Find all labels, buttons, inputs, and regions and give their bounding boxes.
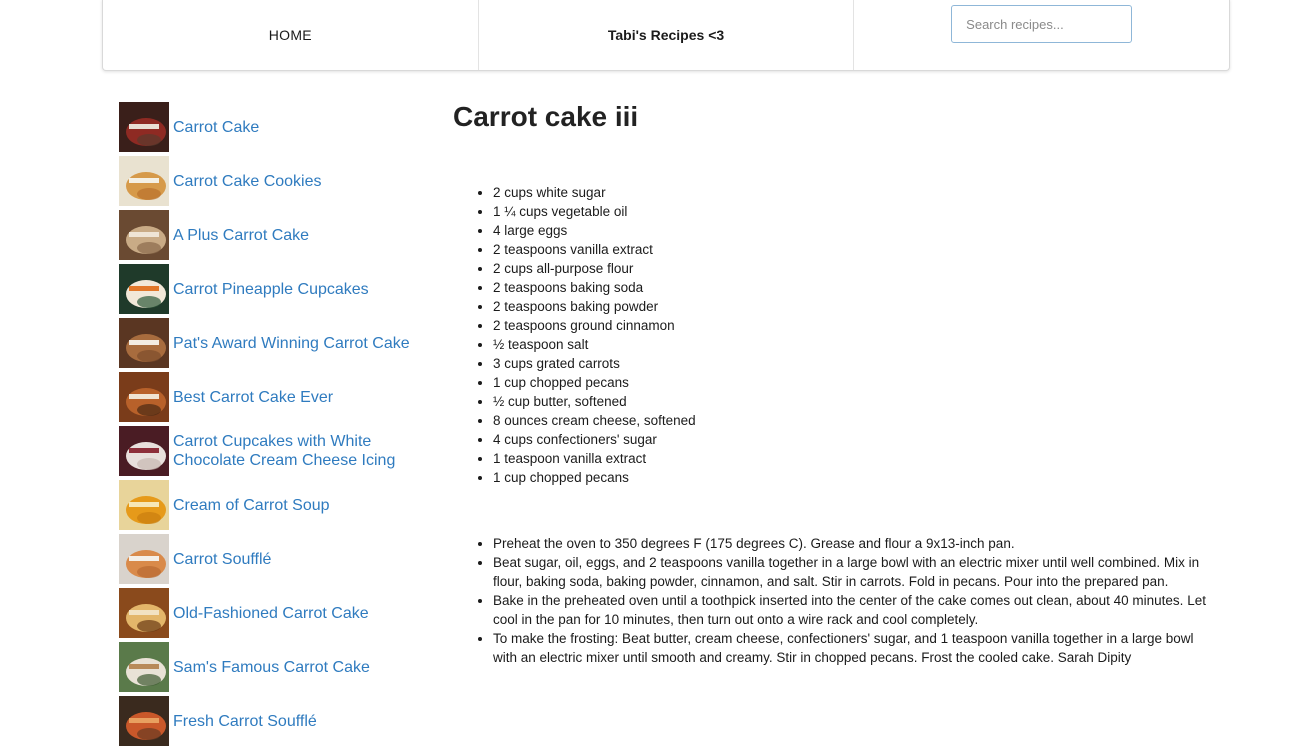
recipe-title: Carrot cake iii [453, 101, 639, 132]
directions-list: Preheat the oven to 350 degrees F (175 d… [453, 534, 1213, 667]
recipe-thumbnail[interactable] [119, 588, 169, 638]
recipe-thumbnail[interactable] [119, 264, 169, 314]
search-input[interactable] [951, 5, 1133, 43]
ingredient-item: 2 teaspoons vanilla extract [493, 240, 1213, 259]
sidebar-recipe-link[interactable]: A Plus Carrot Cake [173, 226, 309, 245]
top-navbar: HOME Tabi's Recipes <3 [102, 0, 1230, 71]
recipe-main: Carrot cake iii 2 cups white sugar1 ¼ cu… [453, 96, 1213, 667]
direction-step: Preheat the oven to 350 degrees F (175 d… [493, 534, 1213, 553]
sidebar-recipe-link[interactable]: Carrot Cupcakes with White Chocolate Cre… [173, 432, 419, 470]
recipe-thumbnail[interactable] [119, 696, 169, 746]
ingredient-item: ½ teaspoon salt [493, 335, 1213, 354]
ingredient-item: 2 cups white sugar [493, 183, 1213, 202]
recipe-thumbnail[interactable] [119, 156, 169, 206]
sidebar-recipe-link[interactable]: Carrot Pineapple Cupcakes [173, 280, 369, 299]
ingredient-item: 1 ¼ cups vegetable oil [493, 202, 1213, 221]
recipe-thumbnail[interactable] [119, 426, 169, 476]
site-brand-label[interactable]: Tabi's Recipes <3 [608, 27, 724, 43]
sidebar-recipe-item[interactable]: Carrot Soufflé [119, 534, 419, 584]
sidebar-recipe-link[interactable]: Old-Fashioned Carrot Cake [173, 604, 369, 623]
sidebar-recipe-link[interactable]: Cream of Carrot Soup [173, 496, 330, 515]
sidebar-recipe-link[interactable]: Pat's Award Winning Carrot Cake [173, 334, 410, 353]
recipe-sidebar: Carrot Cake Carrot Cake Cookies A Plus Car… [119, 102, 419, 750]
sidebar-recipe-link[interactable]: Best Carrot Cake Ever [173, 388, 333, 407]
sidebar-recipe-link[interactable]: Fresh Carrot Soufflé [173, 712, 317, 731]
recipe-thumbnail[interactable] [119, 372, 169, 422]
nav-home-label[interactable]: HOME [269, 27, 312, 43]
ingredient-item: 4 cups confectioners' sugar [493, 430, 1213, 449]
ingredient-item: 8 ounces cream cheese, softened [493, 411, 1213, 430]
ingredient-item: 2 teaspoons baking soda [493, 278, 1213, 297]
sidebar-recipe-item[interactable]: Best Carrot Cake Ever [119, 372, 419, 422]
sidebar-recipe-item[interactable]: A Plus Carrot Cake [119, 210, 419, 260]
ingredient-item: 2 teaspoons ground cinnamon [493, 316, 1213, 335]
sidebar-recipe-item[interactable]: Pat's Award Winning Carrot Cake [119, 318, 419, 368]
ingredient-item: 2 cups all-purpose flour [493, 259, 1213, 278]
sidebar-recipe-item[interactable]: Sam's Famous Carrot Cake [119, 642, 419, 692]
ingredient-item: 4 large eggs [493, 221, 1213, 240]
sidebar-recipe-item[interactable]: Carrot Pineapple Cupcakes [119, 264, 419, 314]
ingredient-item: 3 cups grated carrots [493, 354, 1213, 373]
ingredient-item: 1 teaspoon vanilla extract [493, 449, 1213, 468]
ingredient-item: 2 teaspoons baking powder [493, 297, 1213, 316]
sidebar-recipe-item[interactable]: Old-Fashioned Carrot Cake [119, 588, 419, 638]
ingredient-item: 1 cup chopped pecans [493, 373, 1213, 392]
recipe-thumbnail[interactable] [119, 642, 169, 692]
recipe-thumbnail[interactable] [119, 210, 169, 260]
recipe-thumbnail[interactable] [119, 534, 169, 584]
sidebar-recipe-item[interactable]: Carrot Cake [119, 102, 419, 152]
sidebar-recipe-item[interactable]: Carrot Cupcakes with White Chocolate Cre… [119, 426, 419, 476]
sidebar-recipe-link[interactable]: Carrot Cake Cookies [173, 172, 322, 191]
sidebar-recipe-link[interactable]: Sam's Famous Carrot Cake [173, 658, 370, 677]
sidebar-recipe-item[interactable]: Cream of Carrot Soup [119, 480, 419, 530]
direction-step: To make the frosting: Beat butter, cream… [493, 629, 1213, 667]
ingredient-item: ½ cup butter, softened [493, 392, 1213, 411]
recipe-thumbnail[interactable] [119, 480, 169, 530]
sidebar-recipe-item[interactable]: Fresh Carrot Soufflé [119, 696, 419, 746]
sidebar-recipe-link[interactable]: Carrot Cake [173, 118, 259, 137]
direction-step: Beat sugar, oil, eggs, and 2 teaspoons v… [493, 553, 1213, 591]
recipe-thumbnail[interactable] [119, 318, 169, 368]
direction-step: Bake in the preheated oven until a tooth… [493, 591, 1213, 629]
search-cell [854, 0, 1229, 70]
site-brand[interactable]: Tabi's Recipes <3 [479, 0, 855, 70]
nav-home-link[interactable]: HOME [103, 0, 479, 70]
sidebar-recipe-link[interactable]: Carrot Soufflé [173, 550, 271, 569]
ingredients-list: 2 cups white sugar1 ¼ cups vegetable oil… [453, 183, 1213, 487]
ingredient-item: 1 cup chopped pecans [493, 468, 1213, 487]
sidebar-recipe-item[interactable]: Carrot Cake Cookies [119, 156, 419, 206]
recipe-thumbnail[interactable] [119, 102, 169, 152]
